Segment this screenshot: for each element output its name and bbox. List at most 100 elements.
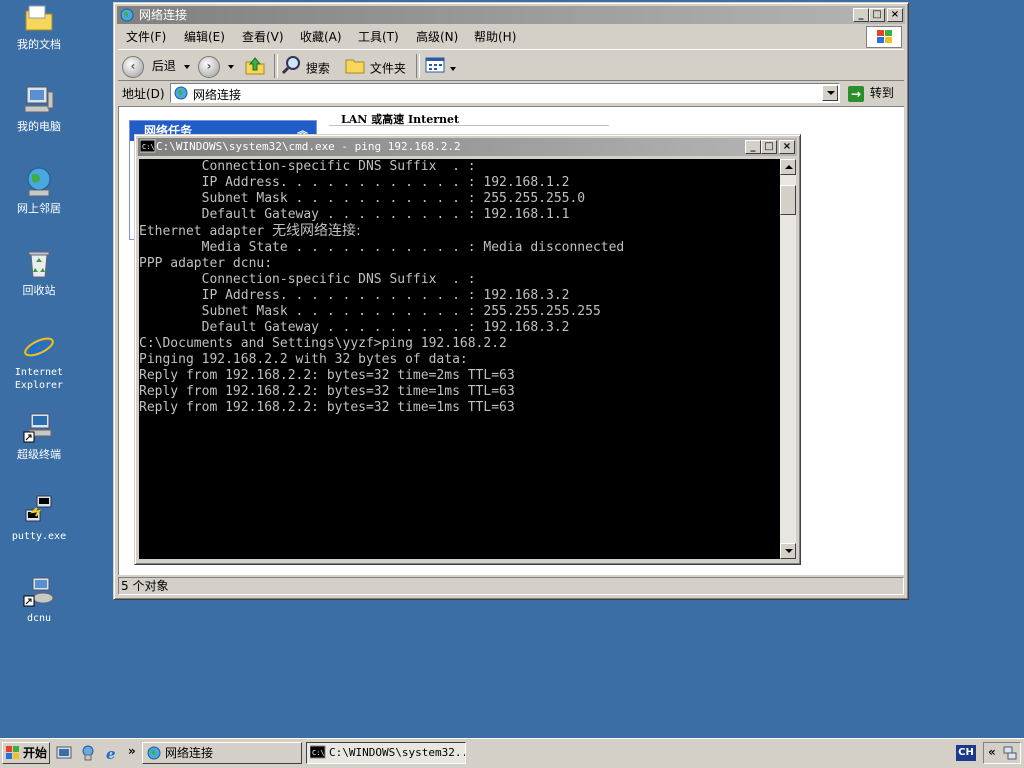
address-dropdown-button[interactable]	[822, 85, 838, 101]
chevron-down-icon	[183, 64, 190, 69]
svg-text:e: e	[106, 745, 116, 761]
console-line: Reply from 192.168.2.2: bytes=32 time=1m…	[139, 400, 515, 415]
console-icon: C:\	[139, 139, 156, 155]
language-indicator[interactable]: CH	[956, 745, 976, 761]
desktop-icon-recycle-bin[interactable]: 回收站	[0, 248, 78, 297]
back-arrow-icon: ‹	[122, 55, 144, 78]
console-line: Ethernet adapter 无线网络连接:	[139, 223, 361, 239]
search-icon	[280, 54, 302, 84]
desktop-icon-internet-explorer[interactable]: e Internet Explorer	[0, 330, 78, 392]
console-line: Reply from 192.168.2.2: bytes=32 time=1m…	[139, 384, 515, 399]
console-output[interactable]: Connection-specific DNS Suffix . : IP Ad…	[139, 159, 780, 559]
arrow-down-icon	[785, 549, 793, 553]
chevron-down-icon	[449, 67, 456, 71]
desktop-icon-label: 超级终端	[17, 448, 61, 461]
desktop-icon-hyperterminal[interactable]: 超级终端	[0, 412, 78, 461]
console-line: Subnet Mask . . . . . . . . . . . : 255.…	[139, 191, 586, 206]
desktop-icon-label: 我的文档	[17, 38, 61, 51]
maximize-button[interactable]: □	[761, 140, 777, 154]
desktop-icon-label: putty.exe	[11, 531, 67, 542]
chevron-down-icon	[227, 64, 234, 69]
taskbar: 开始 e » 网络连接 C:\ C:\WINDOWS\system32... C…	[0, 738, 1024, 768]
console-line: Connection-specific DNS Suffix . :	[139, 159, 476, 174]
desktop-icon-my-computer[interactable]: 我的电脑	[0, 84, 78, 133]
system-tray: «	[983, 742, 1021, 764]
computer-icon	[23, 84, 55, 116]
desktop-icon-label: 我的电脑	[17, 120, 61, 133]
folder-up-icon	[244, 54, 266, 84]
quick-launch-more-button[interactable]: »	[128, 744, 136, 758]
menu-file[interactable]: 文件(F)	[126, 29, 166, 45]
cmd-title: C:\WINDOWS\system32\cmd.exe - ping 192.1…	[156, 140, 461, 153]
desktop-icon-label: 网上邻居	[17, 202, 61, 215]
start-button[interactable]: 开始	[2, 742, 50, 764]
status-bar: 5 个对象	[118, 577, 904, 595]
minimize-button[interactable]: _	[853, 8, 869, 22]
network-tray-icon[interactable]	[1002, 745, 1018, 764]
go-button[interactable]: → 转到	[848, 83, 894, 103]
address-value: 网络连接	[193, 88, 242, 102]
console-icon: C:\	[309, 745, 326, 761]
console-line: PPP adapter dcnu:	[139, 256, 273, 271]
close-button[interactable]: ×	[887, 8, 903, 22]
console-line: Pinging 192.168.2.2 with 32 bytes of dat…	[139, 352, 468, 367]
hyperterminal-icon	[23, 412, 55, 444]
desktop-icon-putty[interactable]: putty.exe	[0, 494, 78, 543]
scroll-up-button[interactable]	[780, 159, 796, 175]
close-button[interactable]: ×	[779, 140, 795, 154]
search-button[interactable]: 搜索	[280, 54, 330, 78]
group-divider	[329, 125, 609, 126]
minimize-button[interactable]: _	[745, 140, 761, 154]
menu-edit[interactable]: 编辑(E)	[184, 29, 225, 45]
taskbar-item-network-connections[interactable]: 网络连接	[142, 742, 302, 764]
console-line: C:\Documents and Settings\yyzf>ping 192.…	[139, 336, 507, 351]
desktop-icon-dcnu[interactable]: dcnu	[0, 576, 78, 625]
tray-expand-button[interactable]: «	[988, 745, 996, 759]
views-button[interactable]	[424, 54, 456, 78]
toolbar-separator	[274, 54, 278, 78]
show-desktop-icon[interactable]	[56, 745, 72, 761]
up-button[interactable]	[244, 54, 266, 78]
desktop-icon-network-places[interactable]: 网上邻居	[0, 166, 78, 215]
svg-text:e: e	[29, 331, 48, 362]
internet-explorer-icon[interactable]: e	[104, 745, 120, 763]
views-icon	[424, 54, 446, 84]
menu-advanced[interactable]: 高级(N)	[416, 29, 458, 45]
console-line: Reply from 192.168.2.2: bytes=32 time=2m…	[139, 368, 515, 383]
svg-text:C:\: C:\	[312, 749, 325, 757]
network-folder-icon	[119, 7, 135, 23]
taskbar-item-cmd[interactable]: C:\ C:\WINDOWS\system32...	[306, 742, 466, 764]
status-text: 5 个对象	[121, 579, 169, 593]
console-scrollbar[interactable]	[780, 159, 796, 559]
maximize-button[interactable]: □	[869, 8, 885, 22]
menu-favorites[interactable]: 收藏(A)	[300, 29, 342, 45]
windows-logo-icon	[866, 26, 902, 48]
console-line: IP Address. . . . . . . . . . . . : 192.…	[139, 288, 570, 303]
explorer-titlebar[interactable]: 网络连接 _ □ ×	[117, 6, 905, 24]
network-connection-icon	[23, 576, 55, 608]
desktop-icon-my-documents[interactable]: 我的文档	[0, 2, 78, 51]
address-label: 地址(D)	[122, 87, 165, 101]
cmd-titlebar[interactable]: C:\ C:\WINDOWS\system32\cmd.exe - ping 1…	[138, 138, 797, 156]
folder-icon	[344, 54, 366, 84]
forward-arrow-icon: ›	[198, 55, 220, 78]
cmd-window[interactable]: C:\ C:\WINDOWS\system32\cmd.exe - ping 1…	[134, 134, 801, 565]
folders-button[interactable]: 文件夹	[344, 54, 406, 78]
menu-help[interactable]: 帮助(H)	[474, 29, 516, 45]
windows-flag-icon	[6, 746, 20, 760]
menu-tools[interactable]: 工具(T)	[358, 29, 399, 45]
menu-view[interactable]: 查看(V)	[242, 29, 284, 45]
scroll-down-button[interactable]	[780, 543, 796, 559]
quick-launch-app-icon[interactable]	[80, 745, 96, 761]
address-input[interactable]: 网络连接	[170, 83, 840, 103]
putty-icon	[23, 494, 55, 526]
desktop-icon-label: dcnu	[26, 613, 52, 624]
forward-button[interactable]: ›	[198, 54, 234, 78]
back-button[interactable]: ‹ 后退	[122, 54, 190, 78]
scroll-thumb[interactable]	[780, 185, 796, 215]
console-line: Default Gateway . . . . . . . . . : 192.…	[139, 207, 570, 222]
standard-toolbar: ‹ 后退 › 搜索 文件夹	[118, 49, 904, 81]
console-line: IP Address. . . . . . . . . . . . : 192.…	[139, 175, 570, 190]
network-globe-icon	[146, 745, 162, 761]
folder-icon	[23, 2, 55, 34]
